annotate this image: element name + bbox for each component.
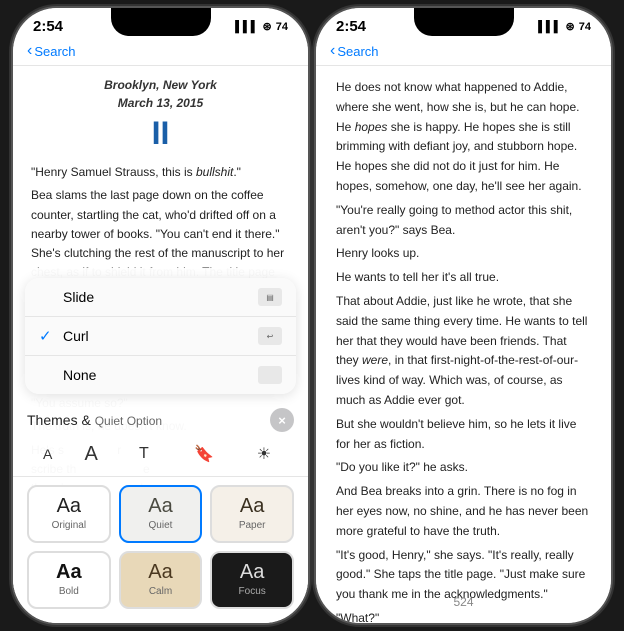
none-check xyxy=(39,367,55,384)
left-screen: 2:54 ▌▌▌ ⊛ 74 ‹ Search Brooklyn, New Yor… xyxy=(13,8,308,623)
left-back-button[interactable]: ‹ Search xyxy=(27,43,76,59)
transition-curl-left: ✓ Curl xyxy=(39,327,89,345)
theme-bold-inner: Aa Bold xyxy=(29,553,109,607)
book-p1: "Henry Samuel Strauss, this is bullshit.… xyxy=(31,163,290,182)
left-status-bar: 2:54 ▌▌▌ ⊛ 74 xyxy=(13,8,308,39)
curl-icon: ↩ xyxy=(258,327,282,345)
curl-label: Curl xyxy=(63,328,89,344)
font-size-large-label[interactable]: A xyxy=(84,443,97,466)
theme-quiet-name: Quiet xyxy=(149,520,173,531)
right-status-time: 2:54 xyxy=(336,18,366,35)
theme-calm-aa: Aa xyxy=(148,561,172,584)
right-book-content: He does not know what happened to Addie,… xyxy=(316,66,611,623)
font-format-icon[interactable]: T xyxy=(130,440,158,468)
font-bookmark-icon[interactable]: 🔖 xyxy=(190,440,218,468)
transition-menu: Slide ▤ ✓ Curl ↩ None xyxy=(25,278,296,394)
theme-focus-inner: Aa Focus xyxy=(212,553,292,607)
transition-slide-left: Slide xyxy=(39,289,94,306)
font-brightness-icon[interactable]: ☀ xyxy=(250,440,278,468)
right-phone: 2:54 ▌▌▌ ⊛ 74 ‹ Search He does not know … xyxy=(316,8,611,623)
back-label: Search xyxy=(34,44,75,59)
font-controls: A A T 🔖 ☀ xyxy=(13,436,308,477)
right-p7: "Do you like it?" he asks. xyxy=(336,458,591,478)
page-number: 524 xyxy=(453,595,473,609)
book-chapter: II xyxy=(31,116,290,151)
themes-options-bar: Themes & Quiet Option × xyxy=(13,400,308,436)
right-back-chevron-icon: ‹ xyxy=(330,43,335,59)
right-screen: 2:54 ▌▌▌ ⊛ 74 ‹ Search He does not know … xyxy=(316,8,611,623)
transition-slide[interactable]: Slide ▤ xyxy=(25,278,296,317)
curl-check: ✓ xyxy=(39,327,55,345)
book-location: Brooklyn, New YorkMarch 13, 2015 xyxy=(31,76,290,112)
left-nav-bar: ‹ Search xyxy=(13,39,308,66)
theme-paper-name: Paper xyxy=(239,520,266,531)
transition-none[interactable]: None xyxy=(25,356,296,394)
theme-original-inner: Aa Original xyxy=(29,487,109,541)
right-p6: But she wouldn't believe him, so he lets… xyxy=(336,415,591,455)
right-signal-icon: ▌▌▌ xyxy=(538,21,561,33)
overlay-panel: Slide ▤ ✓ Curl ↩ None xyxy=(13,268,308,623)
right-p5: That about Addie, just like he wrote, th… xyxy=(336,292,591,411)
slide-icon: ▤ xyxy=(258,288,282,306)
phones-container: 2:54 ▌▌▌ ⊛ 74 ‹ Search Brooklyn, New Yor… xyxy=(13,8,611,623)
battery-icon: 74 xyxy=(276,21,288,33)
left-status-icons: ▌▌▌ ⊛ 74 xyxy=(235,20,288,33)
right-p2: "You're really going to method actor thi… xyxy=(336,201,591,241)
right-p3: Henry looks up. xyxy=(336,244,591,264)
theme-bold-name: Bold xyxy=(59,586,79,597)
theme-paper-inner: Aa Paper xyxy=(212,487,292,541)
theme-original-card[interactable]: Aa Original xyxy=(27,485,111,543)
theme-paper-aa: Aa xyxy=(240,495,264,518)
theme-original-name: Original xyxy=(52,520,86,531)
left-status-time: 2:54 xyxy=(33,18,63,35)
right-back-button[interactable]: ‹ Search xyxy=(330,43,379,59)
right-p1: He does not know what happened to Addie,… xyxy=(336,78,591,197)
transition-curl[interactable]: ✓ Curl ↩ xyxy=(25,317,296,356)
theme-bold-card[interactable]: Aa Bold xyxy=(27,551,111,609)
none-label: None xyxy=(63,367,96,383)
signal-icon: ▌▌▌ xyxy=(235,21,258,33)
none-icon xyxy=(258,366,282,384)
slide-label: Slide xyxy=(63,289,94,305)
right-p10: "What?" xyxy=(336,609,591,623)
theme-focus-name: Focus xyxy=(239,586,266,597)
wifi-icon: ⊛ xyxy=(263,20,272,33)
theme-calm-inner: Aa Calm xyxy=(121,553,201,607)
theme-focus-card[interactable]: Aa Focus xyxy=(210,551,294,609)
right-wifi-icon: ⊛ xyxy=(566,20,575,33)
theme-calm-name: Calm xyxy=(149,586,172,597)
themes-label: Themes & Quiet Option xyxy=(27,412,162,428)
right-p8: And Bea breaks into a grin. There is no … xyxy=(336,482,591,541)
slide-check xyxy=(39,289,55,306)
right-back-label: Search xyxy=(337,44,378,59)
theme-original-aa: Aa xyxy=(57,495,81,518)
right-status-bar: 2:54 ▌▌▌ ⊛ 74 xyxy=(316,8,611,39)
theme-bold-aa: Aa xyxy=(56,561,82,584)
theme-calm-card[interactable]: Aa Calm xyxy=(119,551,203,609)
theme-focus-aa: Aa xyxy=(240,561,264,584)
book-header: Brooklyn, New YorkMarch 13, 2015 II xyxy=(31,76,290,151)
left-phone: 2:54 ▌▌▌ ⊛ 74 ‹ Search Brooklyn, New Yor… xyxy=(13,8,308,623)
right-status-icons: ▌▌▌ ⊛ 74 xyxy=(538,20,591,33)
theme-paper-card[interactable]: Aa Paper xyxy=(210,485,294,543)
back-chevron-icon: ‹ xyxy=(27,43,32,59)
transition-none-left: None xyxy=(39,367,96,384)
right-nav-bar: ‹ Search xyxy=(316,39,611,66)
theme-quiet-inner: Aa Quiet xyxy=(121,487,201,541)
theme-quiet-aa: Aa xyxy=(148,495,172,518)
font-size-small-label[interactable]: A xyxy=(43,446,52,462)
theme-quiet-card[interactable]: Aa Quiet xyxy=(119,485,203,543)
theme-grid: Aa Original Aa Quiet Aa Paper xyxy=(13,477,308,623)
right-p4: He wants to tell her it's all true. xyxy=(336,268,591,288)
close-button[interactable]: × xyxy=(270,408,294,432)
right-battery-icon: 74 xyxy=(579,21,591,33)
